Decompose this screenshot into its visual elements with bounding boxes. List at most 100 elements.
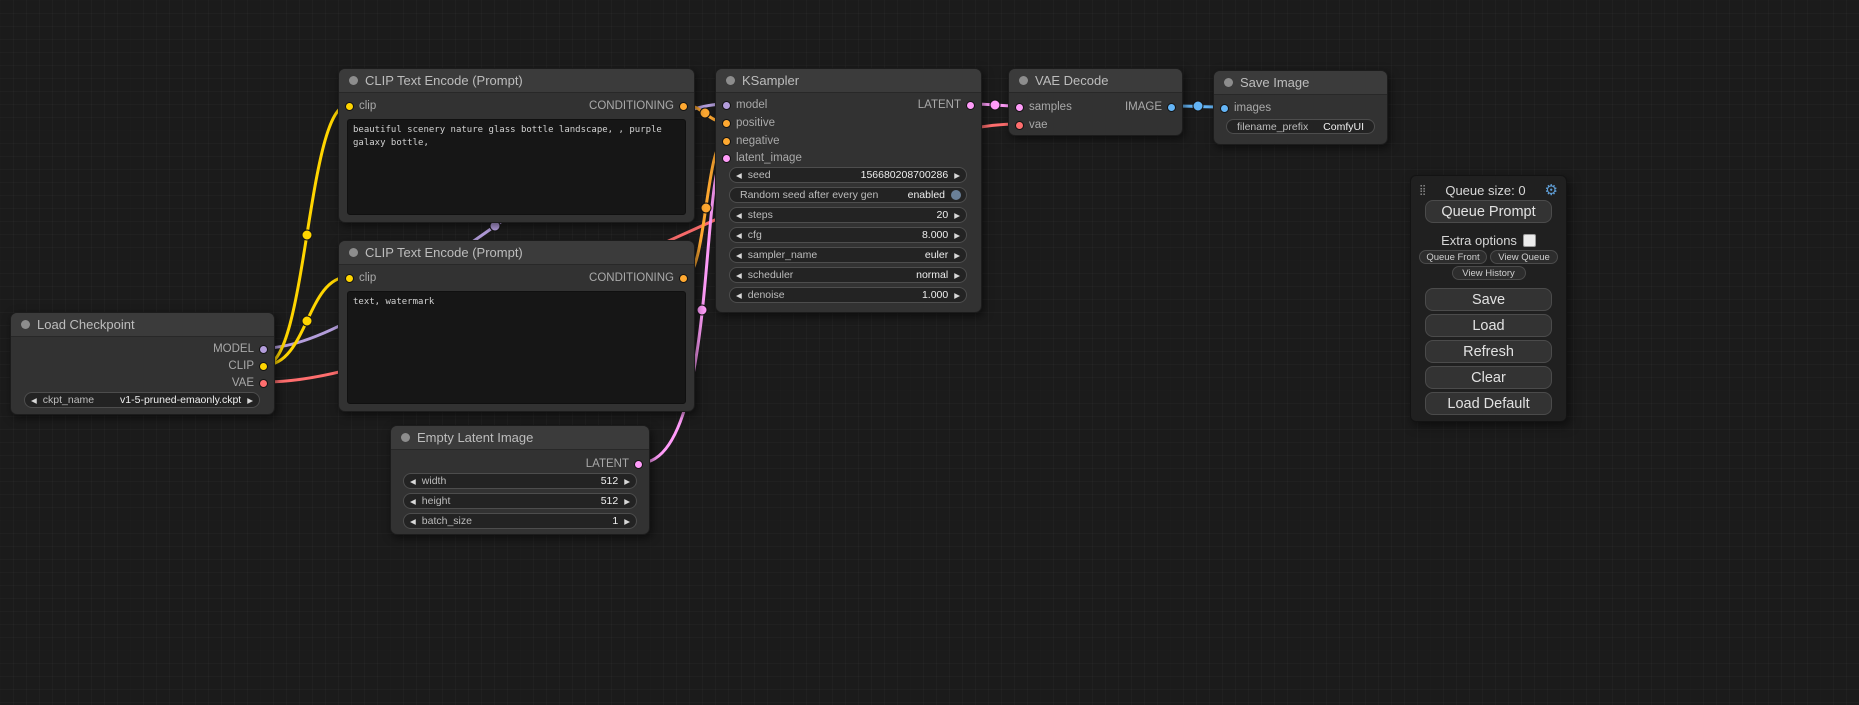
increment-arrow-icon[interactable]: ▶: [948, 288, 966, 303]
slot-dot-latent[interactable]: [1015, 103, 1024, 112]
node-ksampler[interactable]: KSampler model positive negative latent_…: [715, 68, 982, 313]
increment-arrow-icon[interactable]: ▶: [948, 208, 966, 223]
save-button[interactable]: Save: [1425, 288, 1552, 311]
slot-dot-conditioning[interactable]: [722, 119, 731, 128]
decrement-arrow-icon[interactable]: ◀: [730, 228, 748, 243]
increment-arrow-icon[interactable]: ▶: [618, 494, 636, 509]
input-slot-clip[interactable]: clip: [339, 98, 376, 114]
widget-sampler-name[interactable]: ◀ sampler_name euler ▶: [729, 247, 967, 263]
decrement-arrow-icon[interactable]: ◀: [730, 288, 748, 303]
node-title-bar[interactable]: KSampler: [716, 69, 981, 93]
decrement-arrow-icon[interactable]: ◀: [730, 168, 748, 183]
slot-dot-vae[interactable]: [259, 379, 268, 388]
prompt-textarea[interactable]: text, watermark: [347, 291, 686, 404]
widget-random-seed-toggle[interactable]: Random seed after every gen enabled: [729, 187, 967, 203]
node-clip-text-encode-negative[interactable]: CLIP Text Encode (Prompt) clip CONDITION…: [338, 240, 695, 412]
decrement-arrow-icon[interactable]: ◀: [404, 514, 422, 529]
load-button[interactable]: Load: [1425, 314, 1552, 337]
slot-dot-image[interactable]: [1167, 103, 1176, 112]
node-title-bar[interactable]: Empty Latent Image: [391, 426, 649, 450]
slot-dot-conditioning[interactable]: [722, 137, 731, 146]
node-title-bar[interactable]: CLIP Text Encode (Prompt): [339, 69, 694, 93]
node-clip-text-encode-positive[interactable]: CLIP Text Encode (Prompt) clip CONDITION…: [338, 68, 695, 223]
collapse-dot-icon[interactable]: [1224, 78, 1233, 87]
slot-dot-latent[interactable]: [722, 154, 731, 163]
slot-dot-latent[interactable]: [966, 101, 975, 110]
widget-batch-size[interactable]: ◀ batch_size 1 ▶: [403, 513, 637, 529]
input-slot-images[interactable]: images: [1214, 100, 1271, 116]
collapse-dot-icon[interactable]: [726, 76, 735, 85]
slot-dot-image[interactable]: [1220, 104, 1229, 113]
view-queue-button[interactable]: View Queue: [1490, 250, 1558, 264]
decrement-arrow-icon[interactable]: ◀: [25, 393, 43, 408]
widget-scheduler[interactable]: ◀ scheduler normal ▶: [729, 267, 967, 283]
collapse-dot-icon[interactable]: [401, 433, 410, 442]
increment-arrow-icon[interactable]: ▶: [241, 393, 259, 408]
increment-arrow-icon[interactable]: ▶: [948, 248, 966, 263]
collapse-dot-icon[interactable]: [349, 248, 358, 257]
refresh-button[interactable]: Refresh: [1425, 340, 1552, 363]
node-title-bar[interactable]: Load Checkpoint: [11, 313, 274, 337]
widget-steps[interactable]: ◀ steps 20 ▶: [729, 207, 967, 223]
widget-cfg[interactable]: ◀ cfg 8.000 ▶: [729, 227, 967, 243]
collapse-dot-icon[interactable]: [1019, 76, 1028, 85]
load-default-button[interactable]: Load Default: [1425, 392, 1552, 415]
increment-arrow-icon[interactable]: ▶: [948, 268, 966, 283]
prompt-textarea[interactable]: beautiful scenery nature glass bottle la…: [347, 119, 686, 215]
widget-height[interactable]: ◀ height 512 ▶: [403, 493, 637, 509]
input-slot-samples[interactable]: samples: [1009, 99, 1072, 115]
node-load-checkpoint[interactable]: Load Checkpoint MODEL CLIP VAE ◀ ckpt_na…: [10, 312, 275, 415]
queue-prompt-button[interactable]: Queue Prompt: [1425, 200, 1552, 223]
drag-handle-icon[interactable]: ⣿: [1419, 185, 1426, 196]
slot-dot-vae[interactable]: [1015, 121, 1024, 130]
slot-dot-latent[interactable]: [634, 460, 643, 469]
output-slot-vae[interactable]: VAE: [232, 375, 274, 391]
widget-filename-prefix[interactable]: filename_prefix ComfyUI: [1226, 119, 1375, 134]
node-vae-decode[interactable]: VAE Decode samples vae IMAGE: [1008, 68, 1183, 136]
input-slot-positive[interactable]: positive: [716, 115, 775, 131]
output-slot-clip[interactable]: CLIP: [228, 358, 274, 374]
decrement-arrow-icon[interactable]: ◀: [404, 474, 422, 489]
slot-dot-model[interactable]: [259, 345, 268, 354]
output-slot-conditioning[interactable]: CONDITIONING: [589, 270, 694, 286]
toggle-dot-icon[interactable]: [951, 190, 961, 200]
decrement-arrow-icon[interactable]: ◀: [404, 494, 422, 509]
collapse-dot-icon[interactable]: [21, 320, 30, 329]
input-slot-clip[interactable]: clip: [339, 270, 376, 286]
view-history-button[interactable]: View History: [1452, 266, 1526, 280]
output-slot-image[interactable]: IMAGE: [1125, 99, 1182, 115]
node-graph-canvas[interactable]: Load Checkpoint MODEL CLIP VAE ◀ ckpt_na…: [0, 0, 1859, 705]
output-slot-latent[interactable]: LATENT: [918, 97, 981, 113]
node-empty-latent-image[interactable]: Empty Latent Image LATENT ◀ width 512 ▶ …: [390, 425, 650, 535]
output-slot-conditioning[interactable]: CONDITIONING: [589, 98, 694, 114]
queue-front-button[interactable]: Queue Front: [1419, 250, 1487, 264]
slot-dot-clip[interactable]: [345, 274, 354, 283]
slot-dot-model[interactable]: [722, 101, 731, 110]
widget-denoise[interactable]: ◀ denoise 1.000 ▶: [729, 287, 967, 303]
collapse-dot-icon[interactable]: [349, 76, 358, 85]
increment-arrow-icon[interactable]: ▶: [948, 168, 966, 183]
increment-arrow-icon[interactable]: ▶: [948, 228, 966, 243]
increment-arrow-icon[interactable]: ▶: [618, 474, 636, 489]
slot-dot-conditioning[interactable]: [679, 102, 688, 111]
slot-dot-conditioning[interactable]: [679, 274, 688, 283]
input-slot-latent-image[interactable]: latent_image: [716, 150, 802, 166]
input-slot-model[interactable]: model: [716, 97, 767, 113]
node-title-bar[interactable]: VAE Decode: [1009, 69, 1182, 93]
output-slot-model[interactable]: MODEL: [213, 341, 274, 357]
settings-gear-icon[interactable]: ⚙: [1545, 183, 1558, 198]
node-title-bar[interactable]: CLIP Text Encode (Prompt): [339, 241, 694, 265]
widget-width[interactable]: ◀ width 512 ▶: [403, 473, 637, 489]
decrement-arrow-icon[interactable]: ◀: [730, 268, 748, 283]
node-title-bar[interactable]: Save Image: [1214, 71, 1387, 95]
input-slot-vae[interactable]: vae: [1009, 117, 1048, 133]
widget-ckpt-name[interactable]: ◀ ckpt_name v1-5-pruned-emaonly.ckpt ▶: [24, 392, 260, 408]
slot-dot-clip[interactable]: [259, 362, 268, 371]
decrement-arrow-icon[interactable]: ◀: [730, 248, 748, 263]
decrement-arrow-icon[interactable]: ◀: [730, 208, 748, 223]
output-slot-latent[interactable]: LATENT: [586, 456, 649, 472]
node-save-image[interactable]: Save Image images filename_prefix ComfyU…: [1213, 70, 1388, 145]
increment-arrow-icon[interactable]: ▶: [618, 514, 636, 529]
input-slot-negative[interactable]: negative: [716, 133, 779, 149]
widget-seed[interactable]: ◀ seed 156680208700286 ▶: [729, 167, 967, 183]
